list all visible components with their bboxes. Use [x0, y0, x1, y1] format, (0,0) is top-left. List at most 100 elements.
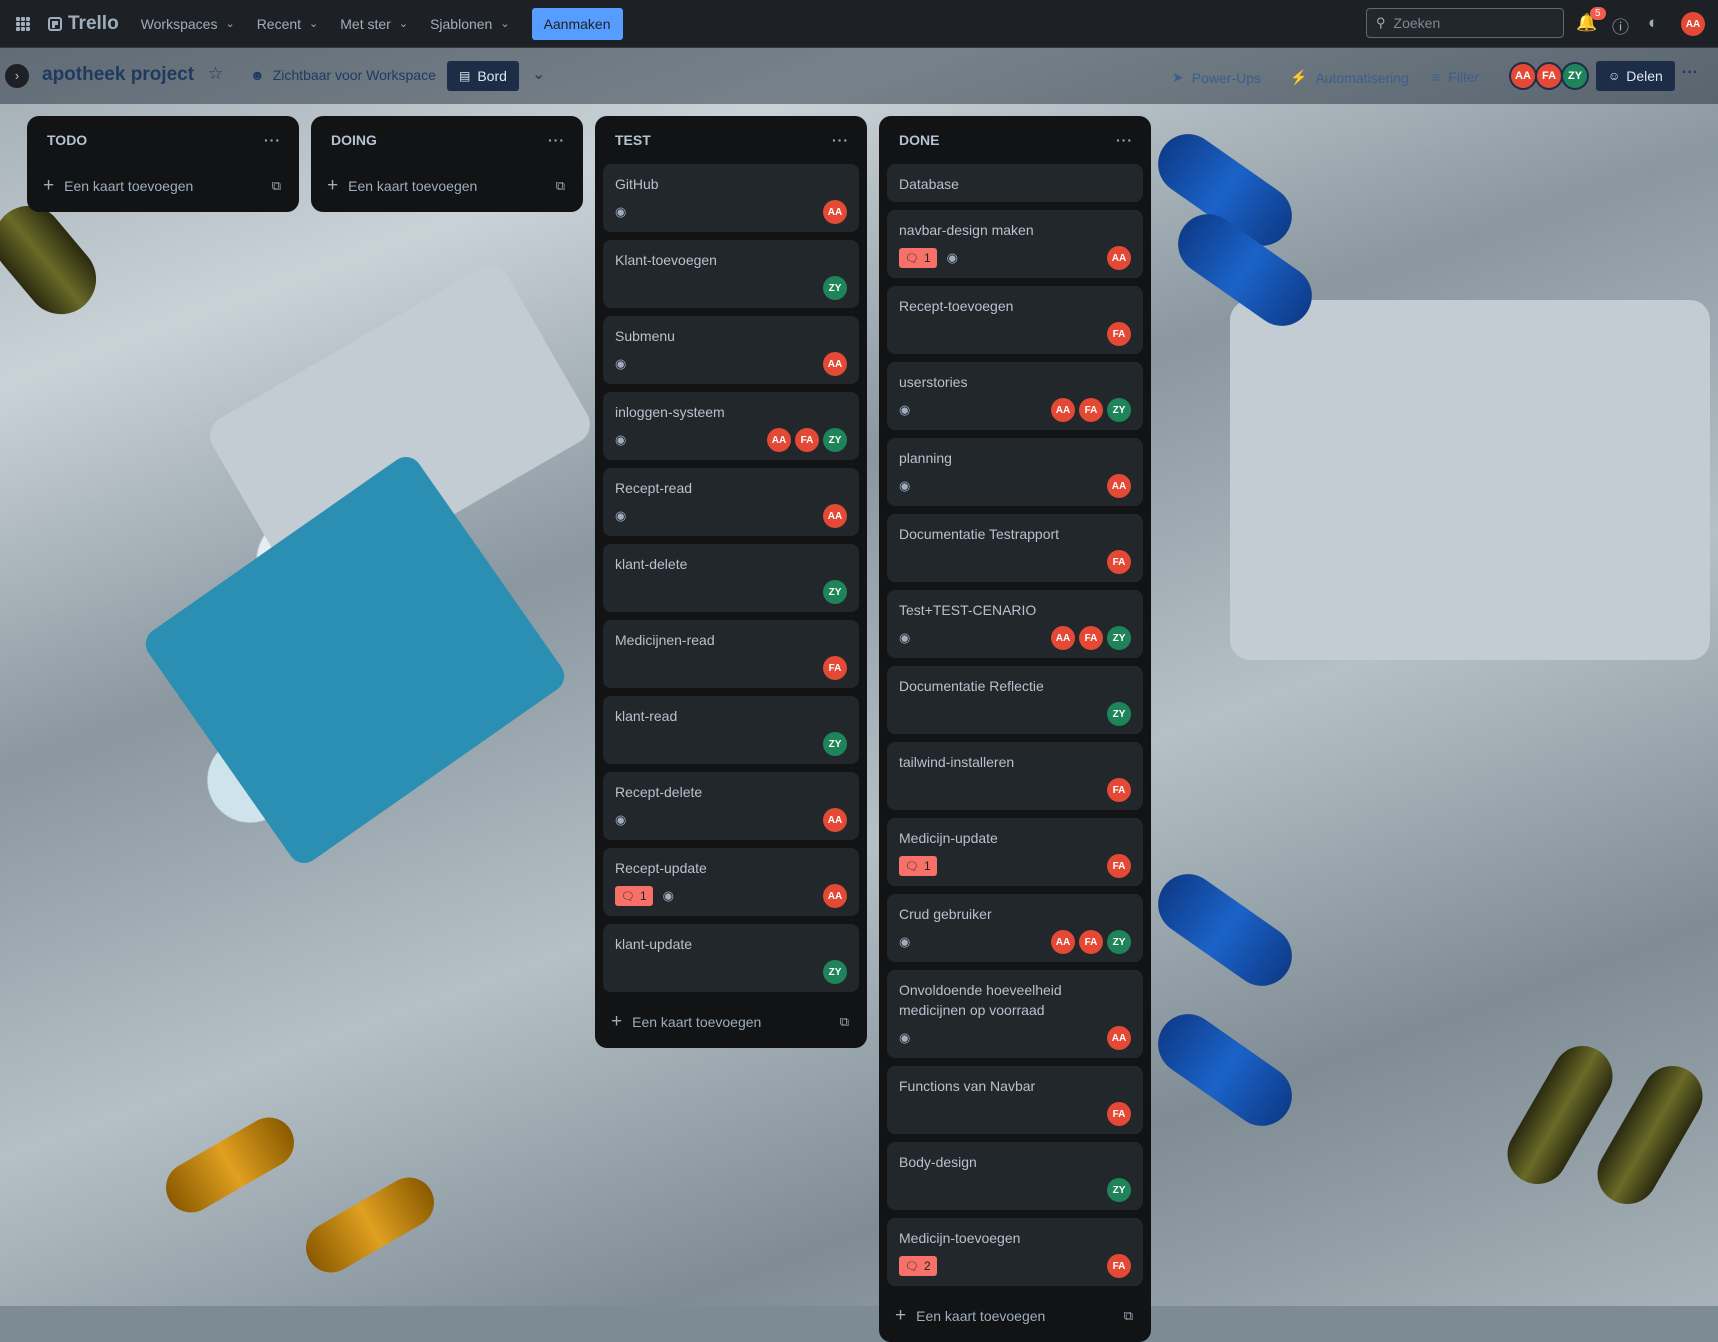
card-template-icon[interactable]: ⧉ — [840, 1014, 849, 1030]
card[interactable]: Recept-update 🗨 1 ◉ AA — [603, 848, 859, 916]
member-avatar[interactable]: ZY — [1107, 398, 1131, 422]
list-title[interactable]: DONE — [899, 132, 939, 148]
card[interactable]: navbar-design maken 🗨 1 ◉ AA — [887, 210, 1143, 278]
member-avatar[interactable]: ZY — [823, 732, 847, 756]
add-card-button[interactable]: + Een kaart toevoegen ⧉ — [27, 164, 299, 208]
member-avatar[interactable]: FA — [1107, 550, 1131, 574]
member-avatar[interactable]: ZY — [823, 428, 847, 452]
add-card-button[interactable]: + Een kaart toevoegen ⧉ — [595, 1000, 867, 1044]
theme-contrast-icon[interactable]: ◐ — [1648, 13, 1658, 33]
nav-workspaces[interactable]: Workspaces ⌄ — [141, 16, 235, 32]
card[interactable]: Klant-toevoegen ZY — [603, 240, 859, 308]
card[interactable]: Functions van Navbar FA — [887, 1066, 1143, 1134]
list-title[interactable]: TEST — [615, 132, 651, 148]
automation-button[interactable]: ⚡ Automatisering — [1290, 69, 1409, 86]
power-ups-button[interactable]: ➤ Power-Ups — [1172, 69, 1261, 86]
filter-button[interactable]: ≡ Filter — [1432, 69, 1479, 85]
member-avatar[interactable]: ZY — [1107, 930, 1131, 954]
search-input[interactable]: ⚲ Zoeken — [1366, 8, 1564, 38]
nav-starred[interactable]: Met ster ⌄ — [340, 16, 408, 32]
member-avatar[interactable]: AA — [1107, 1026, 1131, 1050]
card-template-icon[interactable]: ⧉ — [556, 178, 565, 194]
board-menu-icon[interactable]: ··· — [1682, 64, 1698, 82]
card[interactable]: klant-update ZY — [603, 924, 859, 992]
member-avatar[interactable]: ZY — [1107, 702, 1131, 726]
member-avatar[interactable]: FA — [1107, 322, 1131, 346]
member-avatar[interactable]: FA — [1107, 854, 1131, 878]
card[interactable]: klant-read ZY — [603, 696, 859, 764]
member-avatar[interactable]: AA — [823, 884, 847, 908]
list-menu-icon[interactable]: ··· — [548, 132, 565, 148]
member-avatar[interactable]: ZY — [823, 960, 847, 984]
member-avatar[interactable]: AA — [1107, 474, 1131, 498]
card[interactable]: userstories ◉ AA FA ZY — [887, 362, 1143, 430]
member-avatar[interactable]: FA — [795, 428, 819, 452]
member-avatar[interactable]: AA — [1509, 62, 1537, 90]
member-avatar[interactable]: ZY — [823, 276, 847, 300]
member-avatar[interactable]: ZY — [1107, 1178, 1131, 1202]
list-menu-icon[interactable]: ··· — [832, 132, 849, 148]
create-button[interactable]: Aanmaken — [531, 7, 623, 40]
member-avatar[interactable]: FA — [1107, 778, 1131, 802]
nav-recent[interactable]: Recent ⌄ — [257, 16, 319, 32]
add-card-button[interactable]: + Een kaart toevoegen ⧉ — [311, 164, 583, 208]
member-avatar[interactable]: ZY — [1561, 62, 1589, 90]
card[interactable]: Documentatie Reflectie ZY — [887, 666, 1143, 734]
member-avatar[interactable]: FA — [1079, 626, 1103, 650]
card[interactable]: Onvoldoende hoeveelheid medicijnen op vo… — [887, 970, 1143, 1058]
account-avatar[interactable]: AA — [1681, 12, 1705, 36]
card-template-icon[interactable]: ⧉ — [272, 178, 281, 194]
list-menu-icon[interactable]: ··· — [264, 132, 281, 148]
member-avatar[interactable]: FA — [1107, 1254, 1131, 1278]
member-avatar[interactable]: ZY — [1107, 626, 1131, 650]
card[interactable]: inloggen-systeem ◉ AA FA ZY — [603, 392, 859, 460]
card[interactable]: Test+TEST-CENARIO ◉ AA FA ZY — [887, 590, 1143, 658]
member-avatar[interactable]: FA — [823, 656, 847, 680]
member-avatar[interactable]: AA — [1051, 626, 1075, 650]
card[interactable]: Crud gebruiker ◉ AA FA ZY — [887, 894, 1143, 962]
help-icon[interactable]: ⓘ — [1612, 13, 1629, 38]
trello-logo[interactable]: Trello — [48, 13, 119, 35]
nav-templates[interactable]: Sjablonen ⌄ — [430, 16, 510, 32]
list-title[interactable]: TODO — [47, 132, 87, 148]
member-avatar[interactable]: FA — [1079, 398, 1103, 422]
list-menu-icon[interactable]: ··· — [1116, 132, 1133, 148]
card[interactable]: Documentatie Testrapport FA — [887, 514, 1143, 582]
member-avatar[interactable]: FA — [1107, 1102, 1131, 1126]
card[interactable]: Recept-toevoegen FA — [887, 286, 1143, 354]
member-avatar[interactable]: AA — [823, 504, 847, 528]
card-template-icon[interactable]: ⧉ — [1124, 1308, 1133, 1324]
card[interactable]: Recept-read ◉ AA — [603, 468, 859, 536]
member-avatar[interactable]: FA — [1535, 62, 1563, 90]
member-avatar[interactable]: AA — [1051, 398, 1075, 422]
board-title[interactable]: apotheek project — [42, 64, 194, 86]
member-avatar[interactable]: AA — [767, 428, 791, 452]
share-button[interactable]: ☺ Delen — [1596, 61, 1675, 91]
card[interactable]: Body-design ZY — [887, 1142, 1143, 1210]
card[interactable]: Medicijn-toevoegen 🗨 2 FA — [887, 1218, 1143, 1286]
member-avatar[interactable]: ZY — [823, 580, 847, 604]
visibility-button[interactable]: ☻ Zichtbaar voor Workspace — [250, 67, 436, 83]
card[interactable]: Database — [887, 164, 1143, 202]
card[interactable]: GitHub ◉ AA — [603, 164, 859, 232]
add-card-button[interactable]: + Een kaart toevoegen ⧉ — [879, 1294, 1151, 1338]
card[interactable]: tailwind-installeren FA — [887, 742, 1143, 810]
sidebar-expand-button[interactable]: › — [5, 64, 29, 88]
member-avatar[interactable]: AA — [1051, 930, 1075, 954]
card[interactable]: Medicijn-update 🗨 1 FA — [887, 818, 1143, 886]
card[interactable]: klant-delete ZY — [603, 544, 859, 612]
card[interactable]: Recept-delete ◉ AA — [603, 772, 859, 840]
star-icon[interactable]: ☆ — [208, 64, 223, 84]
apps-grid-icon[interactable] — [16, 16, 30, 31]
card[interactable]: Submenu ◉ AA — [603, 316, 859, 384]
member-avatar[interactable]: FA — [1079, 930, 1103, 954]
card[interactable]: planning ◉ AA — [887, 438, 1143, 506]
chevron-down-icon[interactable]: ⌄ — [532, 64, 545, 84]
list-title[interactable]: DOING — [331, 132, 377, 148]
member-avatar[interactable]: AA — [823, 808, 847, 832]
board-view-button[interactable]: ▤ Bord — [447, 61, 519, 91]
member-avatar[interactable]: AA — [1107, 246, 1131, 270]
member-avatar[interactable]: AA — [823, 352, 847, 376]
member-avatar[interactable]: AA — [823, 200, 847, 224]
card[interactable]: Medicijnen-read FA — [603, 620, 859, 688]
